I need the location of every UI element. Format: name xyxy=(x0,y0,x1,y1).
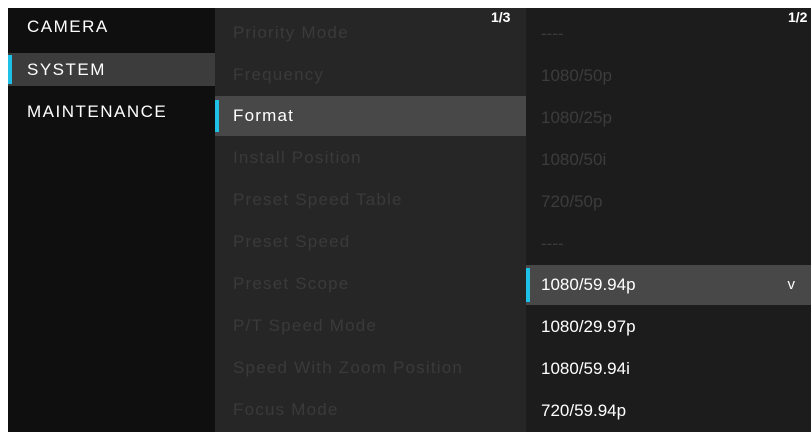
submenu-item-label: Preset Scope xyxy=(233,274,350,293)
submenu-item-label: Speed With Zoom Position xyxy=(233,358,464,377)
option-item[interactable]: 720/59.94p xyxy=(526,391,811,431)
option-label: 720/59.94p xyxy=(541,401,627,420)
option-item[interactable]: ---- xyxy=(526,14,811,54)
option-label: 720/50p xyxy=(541,192,603,211)
submenu-item-label: Preset Speed xyxy=(233,232,351,251)
submenu-item-priority-mode[interactable]: Priority Mode xyxy=(215,13,526,53)
submenu-item-focus-mode[interactable]: Focus Mode xyxy=(215,390,526,430)
submenu-item-label: Frequency xyxy=(233,65,325,84)
option-item[interactable]: ---- xyxy=(526,224,811,264)
selection-indicator xyxy=(526,268,530,302)
submenu-item-label: Focus Mode xyxy=(233,400,339,419)
main-menu: CAMERA SYSTEM MAINTENANCE xyxy=(8,8,215,432)
options-panel: ---- 1080/50p 1080/25p 1080/50i 720/50p … xyxy=(526,8,811,432)
selection-indicator xyxy=(215,100,219,132)
menu-item-label: SYSTEM xyxy=(27,60,106,79)
selection-indicator xyxy=(8,55,12,84)
submenu-item-frequency[interactable]: Frequency xyxy=(215,55,526,95)
menu-item-label: CAMERA xyxy=(27,17,109,36)
submenu-item-label: Install Position xyxy=(233,148,362,167)
option-label: 1080/59.94p xyxy=(541,275,636,294)
submenu-item-speed-with-zoom-position[interactable]: Speed With Zoom Position xyxy=(215,348,526,388)
option-label: 1080/29.97p xyxy=(541,317,636,336)
submenu-item-format[interactable]: Format xyxy=(215,96,526,136)
option-label: 1080/50i xyxy=(541,150,607,169)
option-label: ---- xyxy=(541,234,564,253)
option-item[interactable]: 1080/25p xyxy=(526,98,811,138)
submenu-panel: Priority Mode Frequency Format Install P… xyxy=(215,8,526,432)
submenu-item-preset-speed[interactable]: Preset Speed xyxy=(215,222,526,262)
submenu-page-indicator: 1/3 xyxy=(491,9,511,25)
submenu-item-label: Preset Speed Table xyxy=(233,190,403,209)
option-item[interactable]: 1080/50i xyxy=(526,140,811,180)
chevron-down-icon: v xyxy=(787,276,796,293)
menu-item-label: MAINTENANCE xyxy=(27,102,168,121)
submenu-item-preset-scope[interactable]: Preset Scope xyxy=(215,264,526,304)
option-label: 1080/59.94i xyxy=(541,359,630,378)
submenu-item-label: Format xyxy=(233,106,295,125)
option-label: 1080/25p xyxy=(541,108,612,127)
option-item-selected[interactable]: 1080/59.94p v xyxy=(526,265,811,305)
option-item[interactable]: 720/50p xyxy=(526,182,811,222)
submenu-item-pt-speed-mode[interactable]: P/T Speed Mode xyxy=(215,306,526,346)
menu-item-camera[interactable]: CAMERA xyxy=(8,10,215,43)
options-page-indicator: 1/2 xyxy=(788,9,808,25)
camera-menu-screen: CAMERA SYSTEM MAINTENANCE Priority Mode … xyxy=(8,8,811,432)
option-item[interactable]: 1080/59.94i xyxy=(526,349,811,389)
option-item[interactable]: 1080/29.97p xyxy=(526,307,811,347)
submenu-item-preset-speed-table[interactable]: Preset Speed Table xyxy=(215,180,526,220)
menu-item-system[interactable]: SYSTEM xyxy=(8,53,215,86)
submenu-item-install-position[interactable]: Install Position xyxy=(215,138,526,178)
option-item[interactable]: 1080/50p xyxy=(526,56,811,96)
submenu-item-label: Priority Mode xyxy=(233,23,349,42)
option-label: 1080/50p xyxy=(541,66,612,85)
option-label: ---- xyxy=(541,24,564,43)
submenu-item-label: P/T Speed Mode xyxy=(233,316,378,335)
menu-item-maintenance[interactable]: MAINTENANCE xyxy=(8,95,215,128)
